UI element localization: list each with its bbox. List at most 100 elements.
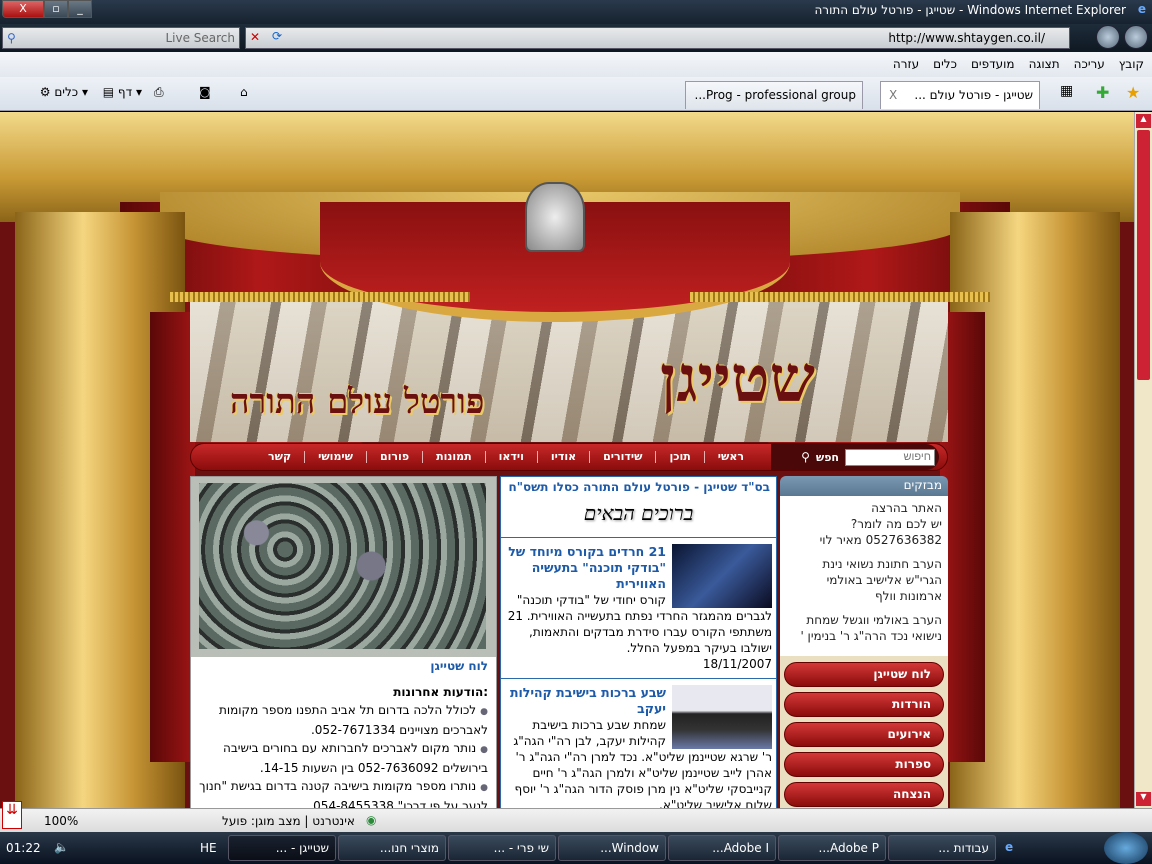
close-window-button[interactable]: X [2,0,44,18]
fringe-left [170,292,470,302]
home-icon[interactable]: ⌂ [240,85,248,99]
tab-close-icon[interactable]: X [889,88,897,102]
nav-home[interactable]: ראשי [703,451,757,463]
globe-icon: ◉ [366,813,377,827]
notice-item[interactable]: נותר מקום לאברכים לחברותא עם בחורים בישי… [198,739,488,777]
notice-board: לוח שטייגן הודעות אחרונות: לכולל הלכה בד… [190,476,497,808]
site-search-input[interactable] [845,448,935,466]
title-bar: X ▫ _ Windows Internet Explorer - שטייגן… [0,0,1152,24]
menu-edit[interactable]: עריכה [1074,57,1105,77]
restore-window-button[interactable]: ▫ [44,0,68,18]
side-button-memorial[interactable]: הנצחה [784,782,944,807]
feeds-icon[interactable]: ◙ [199,85,211,99]
menu-tools[interactable]: כלים [933,57,957,77]
tools-label: כלים [54,85,79,99]
side-button-board[interactable]: לוח שטייגן [784,662,944,687]
fringe-right [690,292,990,302]
forward-button[interactable] [1096,25,1120,49]
stop-icon[interactable]: ✕ [250,30,260,44]
side-button-downloads[interactable]: הורדות [784,692,944,717]
flash-header: מבזקים [780,476,948,496]
taskbar-item[interactable]: Window... [558,835,666,861]
flash-item[interactable]: הערב באולמי ווגשל שמחת נישואי נכד הרה"ג … [786,612,942,644]
ie-icon: e [1137,2,1146,16]
language-indicator[interactable]: HE [200,841,217,855]
menu-favorites[interactable]: מועדפים [971,57,1015,77]
add-favorite-icon[interactable]: ✚ [1096,83,1109,102]
news-column: בס"ד שטייגן - פורטל עולם התורה כסלו תשס"… [500,476,777,808]
quicklaunch-ie-icon[interactable]: e [1005,840,1013,854]
status-bar: ⇊ 100% אינטרנט | מצב מוגן: פועל ◉ [0,801,1152,832]
taskbar-item[interactable]: שטייגן - ... [228,835,336,861]
scroll-thumb[interactable] [1137,130,1150,380]
refresh-icon[interactable]: ⟳ [272,29,282,43]
clock[interactable]: 01:22 [6,841,41,855]
back-button[interactable] [1124,25,1148,49]
address-bar[interactable]: ✕ ⟳ http://www.shtaygen.co.il/ [245,27,1070,49]
tab-label: שטייגן - פורטל עולם ... [914,88,1033,102]
nav-video[interactable]: וידאו [484,451,537,463]
crown-icon [525,182,585,252]
menu-view[interactable]: תצוגה [1029,57,1060,77]
main-nav: חפש ⚲ ראשי תוכן שידורים אודיו וידאו תמונ… [190,443,948,471]
nav-useful[interactable]: שימושי [304,451,366,463]
window-title: Windows Internet Explorer - שטייגן - פור… [814,3,1126,17]
nav-audio[interactable]: אודיו [536,451,589,463]
web-page: שטייגן פורטל עולם התורה חפש ⚲ ראשי תוכן … [0,112,1134,808]
quick-tabs-icon[interactable]: ▦ [1060,83,1073,99]
tab-label: Prog - professional group... [694,88,856,102]
navigation-bar: ⚲ Live Search ✕ ⟳ http://www.shtaygen.co… [0,24,1152,52]
download-icon[interactable]: ⇊ [2,801,22,829]
menu-bar: קובץ עריכה תצוגה מועדפים כלים עזרה [0,52,1152,77]
news-article: שבע ברכות בישיבת קהילות יעקב שמחת שבע בר… [501,678,776,808]
favorites-star-icon[interactable]: ★ [1126,83,1140,102]
search-icon: ⚲ [7,31,16,45]
center-header: בס"ד שטייגן - פורטל עולם התורה כסלו תשס"… [508,480,771,494]
welcome-text: ברוכים הבאים [583,501,694,525]
flash-item[interactable]: האתר בהרצה [786,500,942,516]
notice-item[interactable]: נותרו מספר מקומות בישיבה קטנה בדרום בגיש… [198,777,488,808]
taskbar-item[interactable]: מוצרי חנו... [338,835,446,861]
taskbar: 01:22 🔈 HE שטייגן - ... מוצרי חנו... שי … [0,832,1152,864]
start-button[interactable] [1104,832,1148,864]
flash-item[interactable]: יש לכם מה לומר? 0527636382 מאיר לוי [786,516,942,548]
notices-title: הודעות אחרונות: [393,685,488,699]
minimize-window-button[interactable]: _ [68,0,92,18]
board-title[interactable]: לוח שטייגן [430,659,488,673]
scroll-down-icon[interactable]: ▼ [1136,792,1151,806]
flash-item[interactable]: הערב חתונת נשואי נינת הגרי"ש אלישיב באול… [786,556,942,604]
taskbar-item[interactable]: Adobe I... [668,835,776,861]
logo-sub: פורטל עולם התורה [230,382,485,422]
side-button-events[interactable]: אירועים [784,722,944,747]
magnifier-icon[interactable]: ⚲ [801,450,810,464]
nav-forum[interactable]: פורום [366,451,422,463]
taskbar-item[interactable]: עבודות ... [888,835,996,861]
vertical-scrollbar[interactable]: ▲ ▼ [1134,112,1152,808]
side-button-literature[interactable]: ספרות [784,752,944,777]
menu-help[interactable]: עזרה [893,57,919,77]
nav-content[interactable]: תוכן [655,451,703,463]
nav-contact[interactable]: קשר [255,451,304,463]
menu-file[interactable]: קובץ [1119,57,1144,77]
nav-broadcasts[interactable]: שידורים [589,451,655,463]
page-label: דף [117,85,133,99]
url-text[interactable]: http://www.shtaygen.co.il/ [888,31,1045,45]
nav-photos[interactable]: תמונות [422,451,485,463]
site-search-button[interactable]: חפש [816,451,839,464]
security-zone: אינטרנט | מצב מוגן: פועל [222,814,355,828]
taskbar-item[interactable]: Adobe P... [778,835,886,861]
flash-list: האתר בהרצה יש לכם מה לומר? 0527636382 מא… [780,496,948,656]
live-search-input[interactable]: ⚲ Live Search [2,27,240,49]
tab-shtaygen[interactable]: שטייגן - פורטל עולם ... X [880,81,1040,109]
taskbar-item[interactable]: שי פרי - ... [448,835,556,861]
keyboard-photo [672,544,772,608]
notice-item[interactable]: לכולל הלכה בדרום תל אביב התפנו מספר מקומ… [198,701,488,739]
tab-prog[interactable]: Prog - professional group... [685,81,863,109]
volume-icon[interactable]: 🔈 [54,840,69,854]
scroll-up-icon[interactable]: ▲ [1136,114,1151,128]
zoom-level[interactable]: 100% [44,814,78,828]
side-curtain-left [150,312,195,762]
print-icon[interactable]: ⎙ [154,85,164,100]
page-menu[interactable]: ▾ דף ▤ [92,85,142,99]
tools-menu[interactable]: ▾ כלים ⚙ [18,85,88,99]
